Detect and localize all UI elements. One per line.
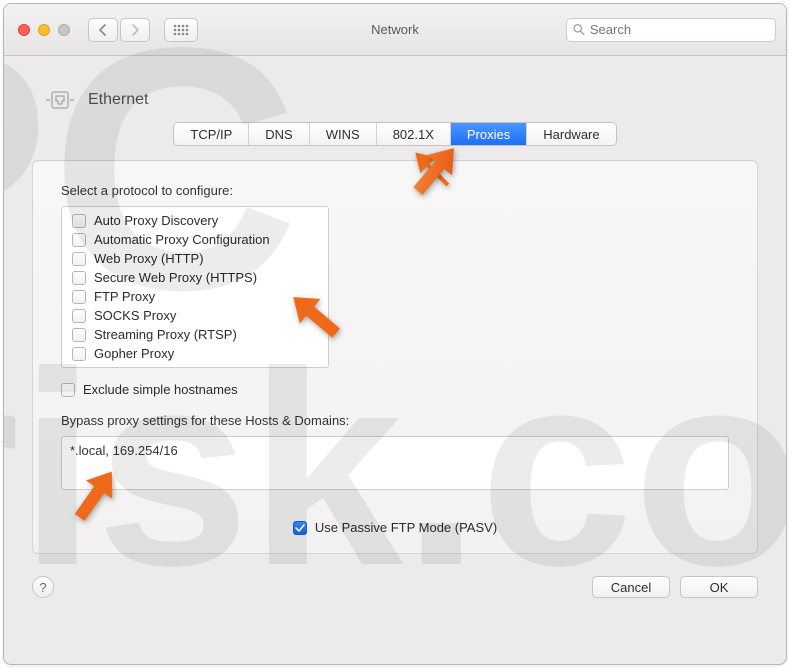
minimize-icon[interactable] xyxy=(38,24,50,36)
zoom-icon xyxy=(58,24,70,36)
checkbox[interactable] xyxy=(72,252,86,266)
checkbox[interactable] xyxy=(72,214,86,228)
bottom-button-row: ? Cancel OK xyxy=(4,570,786,604)
protocol-list: Auto Proxy Discovery Automatic Proxy Con… xyxy=(61,206,329,368)
cancel-button[interactable]: Cancel xyxy=(592,576,670,598)
proxies-panel: Select a protocol to configure: Auto Pro… xyxy=(32,160,758,554)
search-input[interactable] xyxy=(590,22,769,37)
exclude-label: Exclude simple hostnames xyxy=(83,382,238,397)
protocol-select-label: Select a protocol to configure: xyxy=(61,183,729,198)
bypass-label: Bypass proxy settings for these Hosts & … xyxy=(61,413,729,428)
list-item[interactable]: Auto Proxy Discovery xyxy=(62,211,328,230)
protocol-label: Automatic Proxy Configuration xyxy=(94,232,270,247)
ok-button[interactable]: OK xyxy=(680,576,758,598)
close-icon[interactable] xyxy=(18,24,30,36)
forward-button[interactable] xyxy=(120,18,150,42)
list-item[interactable]: Secure Web Proxy (HTTPS) xyxy=(62,268,328,287)
checkbox[interactable] xyxy=(72,271,86,285)
pasv-checkbox[interactable] xyxy=(293,521,307,535)
show-all-button[interactable] xyxy=(164,18,198,42)
checkbox[interactable] xyxy=(72,290,86,304)
nav-buttons xyxy=(88,18,150,42)
ethernet-icon xyxy=(44,84,76,116)
traffic-lights xyxy=(18,24,70,36)
exclude-checkbox[interactable] xyxy=(61,383,75,397)
pasv-label: Use Passive FTP Mode (PASV) xyxy=(315,520,497,535)
checkbox[interactable] xyxy=(72,309,86,323)
preferences-window: Network Ethernet TCP/IP DNS WINS 802.1X … xyxy=(3,3,787,665)
protocol-label: SOCKS Proxy xyxy=(94,308,176,323)
interface-header: Ethernet xyxy=(4,56,786,128)
list-item[interactable]: SOCKS Proxy xyxy=(62,306,328,325)
protocol-label: FTP Proxy xyxy=(94,289,155,304)
list-item[interactable]: Automatic Proxy Configuration xyxy=(62,230,328,249)
protocol-label: Web Proxy (HTTP) xyxy=(94,251,204,266)
protocol-label: Gopher Proxy xyxy=(94,346,174,361)
checkbox[interactable] xyxy=(72,328,86,342)
search-icon xyxy=(573,23,585,36)
bypass-value: *.local, 169.254/16 xyxy=(70,443,178,458)
protocol-label: Streaming Proxy (RTSP) xyxy=(94,327,237,342)
list-item[interactable]: Streaming Proxy (RTSP) xyxy=(62,325,328,344)
pasv-row: Use Passive FTP Mode (PASV) xyxy=(61,520,729,535)
interface-name: Ethernet xyxy=(88,91,148,109)
tab-hardware[interactable]: Hardware xyxy=(527,123,615,145)
list-item[interactable]: Web Proxy (HTTP) xyxy=(62,249,328,268)
list-item[interactable]: FTP Proxy xyxy=(62,287,328,306)
checkbox[interactable] xyxy=(72,233,86,247)
help-button[interactable]: ? xyxy=(32,576,54,598)
tab-wins[interactable]: WINS xyxy=(310,123,377,145)
tab-tcpip[interactable]: TCP/IP xyxy=(174,123,249,145)
protocol-label: Auto Proxy Discovery xyxy=(94,213,218,228)
tab-8021x[interactable]: 802.1X xyxy=(377,123,451,145)
search-field[interactable] xyxy=(566,18,776,42)
checkbox[interactable] xyxy=(72,347,86,361)
protocol-label: Secure Web Proxy (HTTPS) xyxy=(94,270,257,285)
back-button[interactable] xyxy=(88,18,118,42)
exclude-hostnames-row: Exclude simple hostnames xyxy=(61,382,729,397)
bypass-textarea[interactable]: *.local, 169.254/16 xyxy=(61,436,729,490)
list-item[interactable]: Gopher Proxy xyxy=(62,344,328,363)
tab-bar: TCP/IP DNS WINS 802.1X Proxies Hardware xyxy=(173,122,616,146)
tab-dns[interactable]: DNS xyxy=(249,123,309,145)
titlebar: Network xyxy=(4,4,786,56)
tab-proxies[interactable]: Proxies xyxy=(451,123,527,145)
